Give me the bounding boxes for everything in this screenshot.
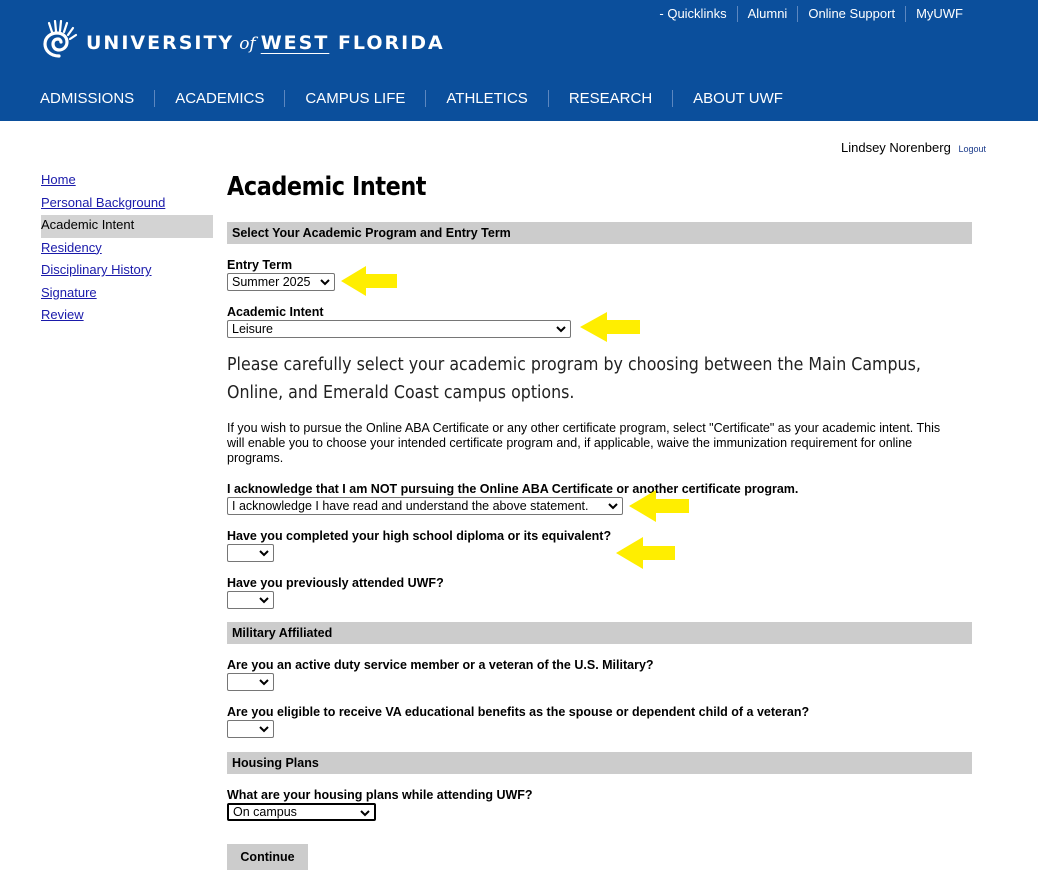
logo-wordmark: UNIVERSITY of WEST FLORIDA <box>86 32 445 54</box>
high-school-label: Have you completed your high school dipl… <box>227 529 612 543</box>
annotation-arrow-icon <box>616 537 675 569</box>
housing-plans-label: What are your housing plans while attend… <box>227 788 533 802</box>
quicklinks-link[interactable]: - Quicklinks <box>659 6 738 22</box>
user-info: Lindsey Norenberg Logout <box>841 140 986 155</box>
nautilus-logo-icon <box>43 20 78 58</box>
chevron-down-icon <box>360 810 370 817</box>
va-benefits-select[interactable] <box>227 720 274 738</box>
academic-intent-label: Academic Intent <box>227 305 324 319</box>
chevron-down-icon <box>259 726 269 733</box>
sidebar-item-disciplinary-history[interactable]: Disciplinary History <box>41 260 213 283</box>
site-header: UNIVERSITY of WEST FLORIDA - Quicklinks Al… <box>0 0 1038 121</box>
myuwf-link[interactable]: MyUWF <box>906 6 963 22</box>
annotation-arrow-icon <box>341 266 397 296</box>
academic-intent-value: Leisure <box>232 322 273 336</box>
acknowledge-select[interactable]: I acknowledge I have read and understand… <box>227 497 623 515</box>
nav-admissions[interactable]: ADMISSIONS <box>40 90 156 107</box>
chevron-down-icon <box>259 550 269 557</box>
academic-intent-select[interactable]: Leisure <box>227 320 571 338</box>
logo-of: of <box>239 34 256 54</box>
section-military: Military Affiliated <box>227 622 972 644</box>
nav-campus-life[interactable]: CAMPUS LIFE <box>285 90 427 107</box>
sidebar-item-academic-intent[interactable]: Academic Intent <box>41 215 213 238</box>
sidebar-item-home[interactable]: Home <box>41 170 213 193</box>
sidebar: Home Personal Background Academic Intent… <box>41 170 213 328</box>
quicklinks-bar: - Quicklinks Alumni Online Support MyUWF <box>659 6 963 22</box>
logo-florida: FLORIDA <box>337 32 445 54</box>
logo-university: UNIVERSITY <box>86 32 235 54</box>
user-name: Lindsey Norenberg <box>840 140 951 155</box>
sidebar-item-review[interactable]: Review <box>41 305 213 328</box>
chevron-down-icon <box>259 597 269 604</box>
housing-plans-value: On campus <box>233 805 297 819</box>
entry-term-select[interactable]: Summer 2025 <box>227 273 335 291</box>
online-support-link[interactable]: Online Support <box>798 6 907 22</box>
active-duty-select[interactable] <box>227 673 274 691</box>
annotation-arrow-icon <box>629 490 689 522</box>
section-housing: Housing Plans <box>227 752 972 774</box>
nav-research[interactable]: RESEARCH <box>549 90 674 107</box>
nav-athletics[interactable]: ATHLETICS <box>426 90 549 107</box>
alumni-link[interactable]: Alumni <box>738 6 799 22</box>
annotation-arrow-icon <box>580 312 640 342</box>
acknowledge-label: I acknowledge that I am NOT pursuing the… <box>227 482 799 496</box>
sidebar-item-signature[interactable]: Signature <box>41 283 213 306</box>
active-duty-label: Are you an active duty service member or… <box>227 658 654 672</box>
chevron-down-icon <box>259 679 269 686</box>
high-school-select[interactable] <box>227 544 274 562</box>
entry-term-value: Summer 2025 <box>232 275 311 289</box>
attended-uwf-label: Have you previously attended UWF? <box>227 576 444 590</box>
entry-term-label: Entry Term <box>227 258 293 272</box>
chevron-down-icon <box>608 503 618 510</box>
logo-west: WEST <box>260 32 330 54</box>
housing-plans-select[interactable]: On campus <box>227 803 376 821</box>
certificate-info: If you wish to pursue the Online ABA Cer… <box>227 421 941 465</box>
sidebar-item-personal-background[interactable]: Personal Background <box>41 193 213 216</box>
chevron-down-icon <box>556 326 566 333</box>
nav-about-uwf[interactable]: ABOUT UWF <box>673 90 803 107</box>
logout-link[interactable]: Logout <box>958 144 986 154</box>
page-title: Academic Intent <box>227 172 427 202</box>
uwf-logo[interactable]: UNIVERSITY of WEST FLORIDA <box>40 20 445 66</box>
va-benefits-label: Are you eligible to receive VA education… <box>227 705 810 719</box>
main-nav: ADMISSIONS ACADEMICS CAMPUS LIFE ATHLETI… <box>40 90 803 107</box>
program-instructions: Please carefully select your academic pr… <box>227 354 921 403</box>
nav-academics[interactable]: ACADEMICS <box>155 90 286 107</box>
sidebar-item-residency[interactable]: Residency <box>41 238 213 261</box>
section-program: Select Your Academic Program and Entry T… <box>227 222 972 244</box>
chevron-down-icon <box>320 279 330 286</box>
attended-uwf-select[interactable] <box>227 591 274 609</box>
continue-button[interactable]: Continue <box>227 844 308 870</box>
acknowledge-value: I acknowledge I have read and understand… <box>232 499 589 513</box>
